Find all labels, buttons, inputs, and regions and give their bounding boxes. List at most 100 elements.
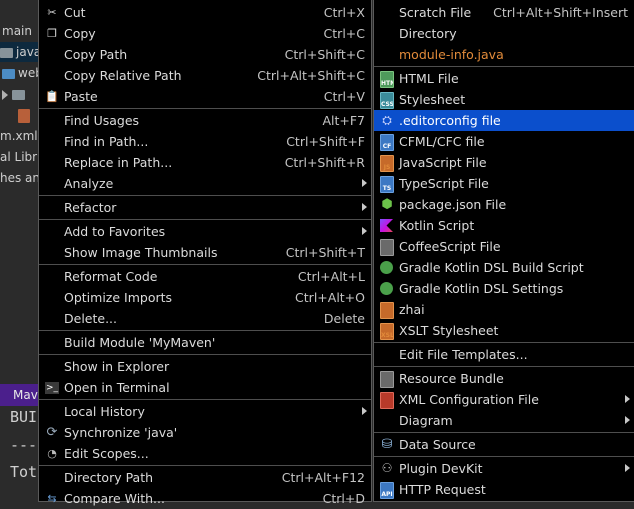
folder-icon <box>0 47 13 58</box>
menu-item-find-in-path[interactable]: Find in Path... Ctrl+Shift+F <box>39 131 371 152</box>
submenu-arrow-icon <box>625 416 630 424</box>
menu-item-optimize-imports[interactable]: Optimize Imports Ctrl+Alt+O <box>39 287 371 308</box>
new-directory[interactable]: Directory <box>374 23 634 44</box>
database-icon: ⛁ <box>381 437 393 452</box>
html-file-icon: HTML <box>380 71 394 88</box>
scissors-icon: ✂ <box>47 6 57 19</box>
new-zhai-template[interactable]: zhai <box>374 299 634 320</box>
menu-item-compare-with[interactable]: ⇆ Compare With... Ctrl+D <box>39 488 371 509</box>
menu-item-synchronize[interactable]: ⟳ Synchronize 'java' <box>39 422 371 443</box>
menu-item-shortcut: Ctrl+Alt+Shift+Insert <box>493 5 628 20</box>
tree-label: m.xml <box>0 129 38 143</box>
tree-row-file[interactable] <box>18 105 33 125</box>
menu-item-build-module[interactable]: Build Module 'MyMaven' <box>39 332 371 353</box>
menu-item-label: Build Module 'MyMaven' <box>64 335 216 350</box>
menu-item-show-image-thumbnails[interactable]: Show Image Thumbnails Ctrl+Shift+T <box>39 242 371 263</box>
tree-row-scratches[interactable]: hes an <box>0 168 40 188</box>
menu-item-label: Kotlin Script <box>399 218 475 233</box>
menu-item-label: Resource Bundle <box>399 371 504 386</box>
css-file-icon: CSS <box>380 92 394 109</box>
new-html-file[interactable]: HTML HTML File <box>374 68 634 89</box>
menu-item-shortcut: Ctrl+Alt+L <box>297 269 365 284</box>
new-editorconfig-file[interactable]: ⛭ .editorconfig file <box>374 110 634 131</box>
new-data-source[interactable]: ⛁ Data Source <box>374 434 634 455</box>
new-diagram[interactable]: Diagram <box>374 410 634 431</box>
menu-separator <box>39 264 371 265</box>
tree-row-libraries[interactable]: al Libr <box>0 147 37 167</box>
edit-file-templates[interactable]: Edit File Templates... <box>374 344 634 365</box>
new-kotlin-script[interactable]: Kotlin Script <box>374 215 634 236</box>
new-gradle-kotlin-build-script[interactable]: Gradle Kotlin DSL Build Script <box>374 257 634 278</box>
menu-item-label: XML Configuration File <box>399 392 539 407</box>
menu-item-refactor[interactable]: Refactor <box>39 197 371 218</box>
menu-item-shortcut: Ctrl+Shift+F <box>286 134 365 149</box>
gradle-icon <box>380 282 393 295</box>
menu-item-label: Diagram <box>399 413 453 428</box>
new-package-json-file[interactable]: ⬢ package.json File <box>374 194 634 215</box>
menu-item-directory-path[interactable]: Directory Path Ctrl+Alt+F12 <box>39 467 371 488</box>
menu-item-local-history[interactable]: Local History <box>39 401 371 422</box>
new-scratch-file[interactable]: Scratch File Ctrl+Alt+Shift+Insert <box>374 2 634 23</box>
xslt-file-icon: XSL <box>380 323 394 340</box>
http-request-icon: API <box>380 482 394 499</box>
menu-item-delete[interactable]: Delete... Delete <box>39 308 371 329</box>
file-icon <box>18 108 30 123</box>
new-cfml-file[interactable]: CF CFML/CFC file <box>374 131 634 152</box>
tree-row-java[interactable]: java <box>0 42 41 62</box>
menu-item-label: Copy Relative Path <box>64 68 182 83</box>
menu-item-paste[interactable]: 📋 Paste Ctrl+V <box>39 86 371 107</box>
menu-item-label: Local History <box>64 404 145 419</box>
menu-item-find-usages[interactable]: Find Usages Alt+F7 <box>39 110 371 131</box>
menu-item-show-in-explorer[interactable]: Show in Explorer <box>39 356 371 377</box>
maven-tool-tab[interactable]: Mav <box>0 384 40 406</box>
submenu-arrow-icon <box>625 395 630 403</box>
menu-item-label: Plugin DevKit <box>399 461 483 476</box>
menu-item-reformat-code[interactable]: Reformat Code Ctrl+Alt+L <box>39 266 371 287</box>
menu-item-label: Find Usages <box>64 113 140 128</box>
typescript-file-icon: TS <box>380 176 394 193</box>
new-coffeescript-file[interactable]: CoffeeScript File <box>374 236 634 257</box>
menu-item-open-in-terminal[interactable]: >_ Open in Terminal <box>39 377 371 398</box>
menu-item-label: JavaScript File <box>399 155 487 170</box>
menu-item-copy[interactable]: ❐ Copy Ctrl+C <box>39 23 371 44</box>
tree-row-web[interactable]: web <box>2 63 43 83</box>
tree-row-main[interactable]: main <box>2 21 32 41</box>
menu-item-label: Show in Explorer <box>64 359 170 374</box>
tree-row-pom[interactable]: m.xml <box>0 126 38 146</box>
menu-item-copy-relative-path[interactable]: Copy Relative Path Ctrl+Alt+Shift+C <box>39 65 371 86</box>
menu-separator <box>39 399 371 400</box>
menu-item-label: Copy Path <box>64 47 128 62</box>
plugin-icon: ⚇ <box>381 461 393 475</box>
menu-item-copy-path[interactable]: Copy Path Ctrl+Shift+C <box>39 44 371 65</box>
new-module-info[interactable]: module-info.java <box>374 44 634 65</box>
new-plugin-devkit[interactable]: ⚇ Plugin DevKit <box>374 458 634 479</box>
expand-arrow-icon[interactable] <box>2 89 8 100</box>
cfml-file-icon: CF <box>380 134 394 151</box>
folder-icon <box>12 89 25 100</box>
menu-item-shortcut: Ctrl+Alt+F12 <box>281 470 365 485</box>
new-javascript-file[interactable]: JS JavaScript File <box>374 152 634 173</box>
maven-tab-label: Mav <box>13 388 38 402</box>
new-typescript-file[interactable]: TS TypeScript File <box>374 173 634 194</box>
java-file-icon <box>380 302 394 319</box>
menu-item-cut[interactable]: ✂ Cut Ctrl+X <box>39 2 371 23</box>
new-xslt-stylesheet[interactable]: XSL XSLT Stylesheet <box>374 320 634 341</box>
tree-label: hes an <box>0 171 41 185</box>
resource-bundle-icon <box>380 371 394 388</box>
menu-item-edit-scopes[interactable]: ◔ Edit Scopes... <box>39 443 371 464</box>
tree-row-folder[interactable] <box>2 84 28 104</box>
nodejs-icon: ⬢ <box>381 197 393 212</box>
new-gradle-kotlin-settings[interactable]: Gradle Kotlin DSL Settings <box>374 278 634 299</box>
submenu-arrow-icon <box>625 464 630 472</box>
new-http-request[interactable]: API HTTP Request <box>374 479 634 500</box>
tree-label: al Libr <box>0 150 38 164</box>
new-resource-bundle[interactable]: Resource Bundle <box>374 368 634 389</box>
menu-item-add-to-favorites[interactable]: Add to Favorites <box>39 221 371 242</box>
menu-item-label: Open in Terminal <box>64 380 170 395</box>
menu-item-replace-in-path[interactable]: Replace in Path... Ctrl+Shift+R <box>39 152 371 173</box>
new-stylesheet[interactable]: CSS Stylesheet <box>374 89 634 110</box>
menu-item-analyze[interactable]: Analyze <box>39 173 371 194</box>
menu-separator <box>374 432 634 433</box>
new-xml-configuration-file[interactable]: XML Configuration File <box>374 389 634 410</box>
menu-item-label: Replace in Path... <box>64 155 173 170</box>
